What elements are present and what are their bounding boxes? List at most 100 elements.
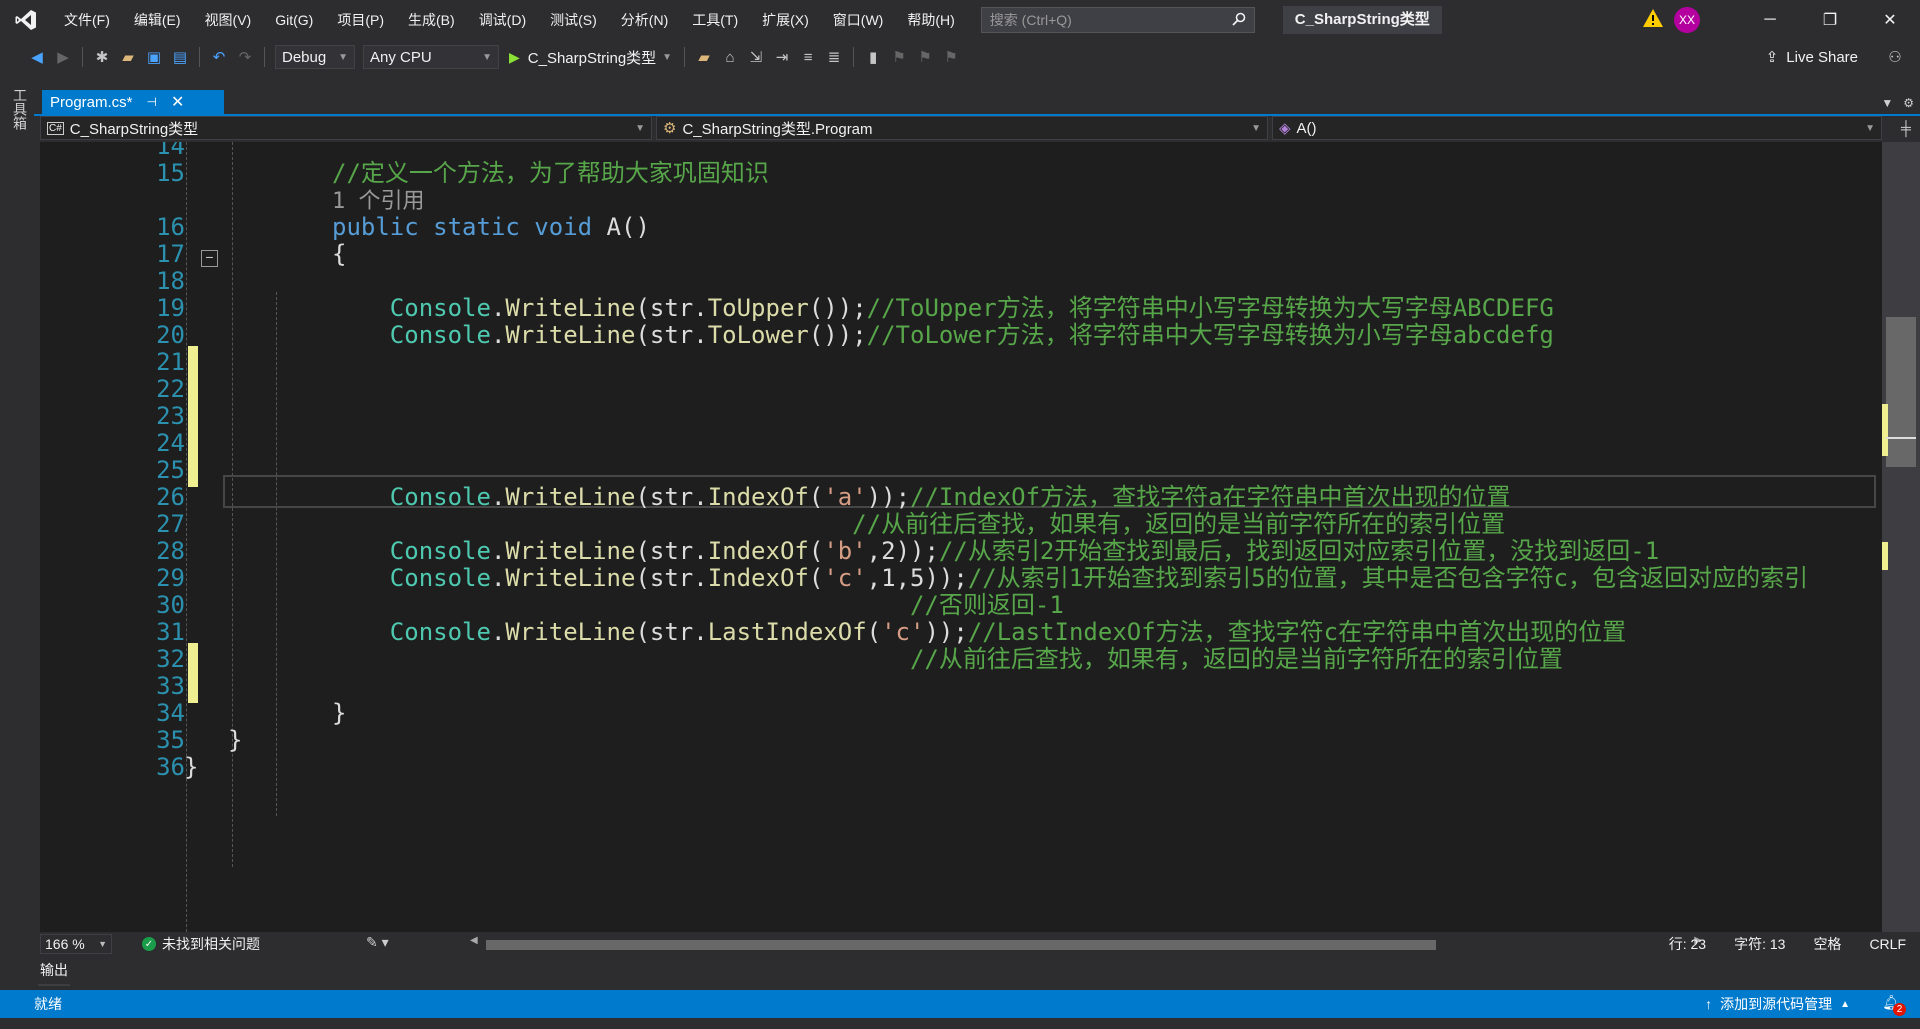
tab-label: Program.cs* bbox=[50, 93, 133, 111]
ready-status: 就绪 bbox=[34, 996, 62, 1012]
new-project-icon[interactable]: ✱ bbox=[89, 44, 115, 70]
code-editor[interactable]: − 14 15//定义一个方法，为了帮助大家巩固知识 1 个引用 16 public s… bbox=[40, 142, 1882, 932]
code-token: WriteLine bbox=[505, 321, 636, 349]
menu-item[interactable]: 调试(D) bbox=[467, 0, 538, 40]
user-avatar[interactable]: XX bbox=[1674, 7, 1700, 33]
issues-indicator[interactable]: ✓ 未找到相关问题 bbox=[142, 934, 260, 954]
status-bar: 就绪 ↑ 添加到源代码管理 ▲ 🔔︎ 2 bbox=[0, 990, 1920, 1018]
menu-item[interactable]: 视图(V) bbox=[193, 0, 264, 40]
close-icon[interactable]: ✕ bbox=[171, 92, 184, 112]
menu-item[interactable]: 编辑(E) bbox=[122, 0, 193, 40]
comment-icon[interactable]: ≡ bbox=[795, 44, 821, 70]
browse-folder-icon[interactable]: ▰ bbox=[691, 44, 717, 70]
redo-icon[interactable]: ↷ bbox=[232, 44, 258, 70]
back-icon[interactable]: ◀ bbox=[24, 44, 50, 70]
configuration-select[interactable]: Debug ▼ bbox=[275, 45, 355, 69]
tab-list-icon[interactable]: ▼ bbox=[1881, 96, 1893, 110]
horizontal-scrollbar[interactable]: ◀ ▶ bbox=[430, 935, 1702, 951]
class-dropdown[interactable]: ⚙ C_SharpString类型.Program ▼ bbox=[656, 116, 1268, 140]
code-token: } bbox=[228, 726, 243, 754]
menu-item[interactable]: 分析(N) bbox=[609, 0, 680, 40]
minimize-button[interactable]: ─ bbox=[1740, 0, 1800, 40]
code-token: (str. bbox=[635, 294, 708, 322]
menu-item[interactable]: 项目(P) bbox=[325, 0, 396, 40]
live-share-label: Live Share bbox=[1786, 48, 1858, 66]
split-window-icon[interactable]: ╪ bbox=[1896, 116, 1916, 140]
code-token: //ToUpper方法，将字符串中小写字母转换为大写字母ABCDEFG bbox=[866, 294, 1554, 322]
menu-item[interactable]: 工具(T) bbox=[680, 0, 750, 40]
open-folder-icon[interactable]: ▰ bbox=[115, 44, 141, 70]
code-token: IndexOf bbox=[707, 537, 809, 565]
output-tab[interactable]: 输出 bbox=[40, 960, 68, 980]
code-text: } bbox=[184, 751, 198, 784]
restore-button[interactable]: ❐ bbox=[1800, 0, 1860, 40]
code-token: (str. bbox=[635, 618, 708, 646]
code-token: ()); bbox=[808, 294, 867, 322]
toolbox-tab[interactable]: 工具箱 bbox=[10, 88, 30, 130]
menu-item[interactable]: 生成(B) bbox=[396, 0, 467, 40]
tab-program-cs[interactable]: Program.cs* ⊣ ✕ bbox=[42, 90, 224, 114]
menu-item[interactable]: 扩展(X) bbox=[750, 0, 821, 40]
project-dropdown[interactable]: C# C_SharpString类型 ▼ bbox=[40, 116, 652, 140]
forward-icon[interactable]: ▶ bbox=[50, 44, 76, 70]
start-debugging-button[interactable]: ▶ C_SharpString类型 ▼ bbox=[509, 47, 672, 68]
scroll-left-icon[interactable]: ◀ bbox=[470, 935, 478, 946]
bookmark-icon[interactable]: ▮ bbox=[860, 44, 886, 70]
column-indicator[interactable]: 字符: 13 bbox=[1734, 934, 1785, 954]
menu-bar: 文件(F) 编辑(E) 视图(V) Git(G) 项目(P) 生成(B) 调试(D) 测试(S… bbox=[52, 0, 967, 40]
next-bookmark-icon[interactable]: ⚑ bbox=[912, 44, 938, 70]
menu-item[interactable]: 帮助(H) bbox=[895, 0, 966, 40]
platform-select[interactable]: Any CPU ▼ bbox=[363, 45, 499, 69]
code-token: A() bbox=[606, 213, 650, 241]
search-box[interactable]: 搜索 (Ctrl+Q) bbox=[980, 7, 1255, 33]
whitespace-indicator[interactable]: 空格 bbox=[1813, 934, 1841, 954]
step-over-icon[interactable]: ⇥ bbox=[769, 44, 795, 70]
code-line[interactable]: 36} bbox=[40, 751, 1882, 784]
code-token: )); bbox=[866, 483, 911, 511]
menu-item[interactable]: 文件(F) bbox=[52, 0, 122, 40]
title-bar: 文件(F) 编辑(E) 视图(V) Git(G) 项目(P) 生成(B) 调试(D) 测试(S… bbox=[0, 0, 1920, 40]
home-icon[interactable]: ⌂ bbox=[717, 44, 743, 70]
code-token: ToUpper bbox=[707, 294, 809, 322]
code-cleanup-icon[interactable]: ✎ ▾ bbox=[366, 934, 389, 951]
step-into-icon[interactable]: ⇲ bbox=[743, 44, 769, 70]
menu-item[interactable]: Git(G) bbox=[263, 0, 325, 40]
line-ending-indicator[interactable]: CRLF bbox=[1869, 936, 1906, 952]
pin-icon[interactable]: ⊣ bbox=[147, 95, 157, 109]
close-window-button[interactable]: ✕ bbox=[1860, 0, 1920, 40]
search-input[interactable]: 搜索 (Ctrl+Q) bbox=[990, 10, 1072, 30]
line-indicator[interactable]: 行: 23 bbox=[1669, 934, 1706, 954]
save-icon[interactable]: ▣ bbox=[141, 44, 167, 70]
code-token: ,2)); bbox=[866, 537, 939, 565]
live-share-button[interactable]: ⇪ Live Share bbox=[1766, 40, 1858, 74]
prev-bookmark-icon[interactable]: ⚑ bbox=[886, 44, 912, 70]
scrollbar-thumb[interactable] bbox=[1886, 317, 1916, 467]
uncomment-icon[interactable]: ≣ bbox=[821, 44, 847, 70]
undo-icon[interactable]: ↶ bbox=[206, 44, 232, 70]
chevron-down-icon: ▼ bbox=[635, 122, 645, 134]
horizontal-scrollbar-thumb[interactable] bbox=[486, 940, 1436, 950]
save-all-icon[interactable]: ▤ bbox=[167, 44, 193, 70]
toolbox-strip: 工具箱 bbox=[0, 74, 34, 990]
settings-icon[interactable]: ⚙ bbox=[1903, 96, 1914, 110]
standard-toolbar: ◀ ▶ ✱ ▰ ▣ ▤ ↶ ↷ Debug ▼ Any CPU ▼ ▶ C_Shar… bbox=[0, 40, 1920, 74]
startup-project-label: C_SharpString类型 bbox=[527, 49, 657, 67]
arrow-up-icon: ↑ bbox=[1705, 996, 1713, 1012]
add-to-source-control-button[interactable]: ↑ 添加到源代码管理 ▲ bbox=[1705, 990, 1850, 1018]
vertical-scrollbar[interactable] bbox=[1882, 142, 1920, 932]
code-token: ()); bbox=[808, 321, 867, 349]
zoom-select[interactable]: 166 % ▼ bbox=[40, 934, 112, 954]
menu-item[interactable]: 测试(S) bbox=[538, 0, 609, 40]
toolbar-separator bbox=[684, 47, 686, 67]
feedback-icon[interactable]: ⚇ bbox=[1882, 44, 1908, 70]
warning-icon[interactable] bbox=[1642, 8, 1666, 32]
visual-studio-logo[interactable] bbox=[0, 0, 52, 40]
member-dropdown[interactable]: ◈ A() ▼ bbox=[1272, 116, 1882, 140]
menu-item[interactable]: 窗口(W) bbox=[821, 0, 896, 40]
clear-bookmarks-icon[interactable]: ⚑ bbox=[938, 44, 964, 70]
code-token: WriteLine bbox=[505, 618, 636, 646]
